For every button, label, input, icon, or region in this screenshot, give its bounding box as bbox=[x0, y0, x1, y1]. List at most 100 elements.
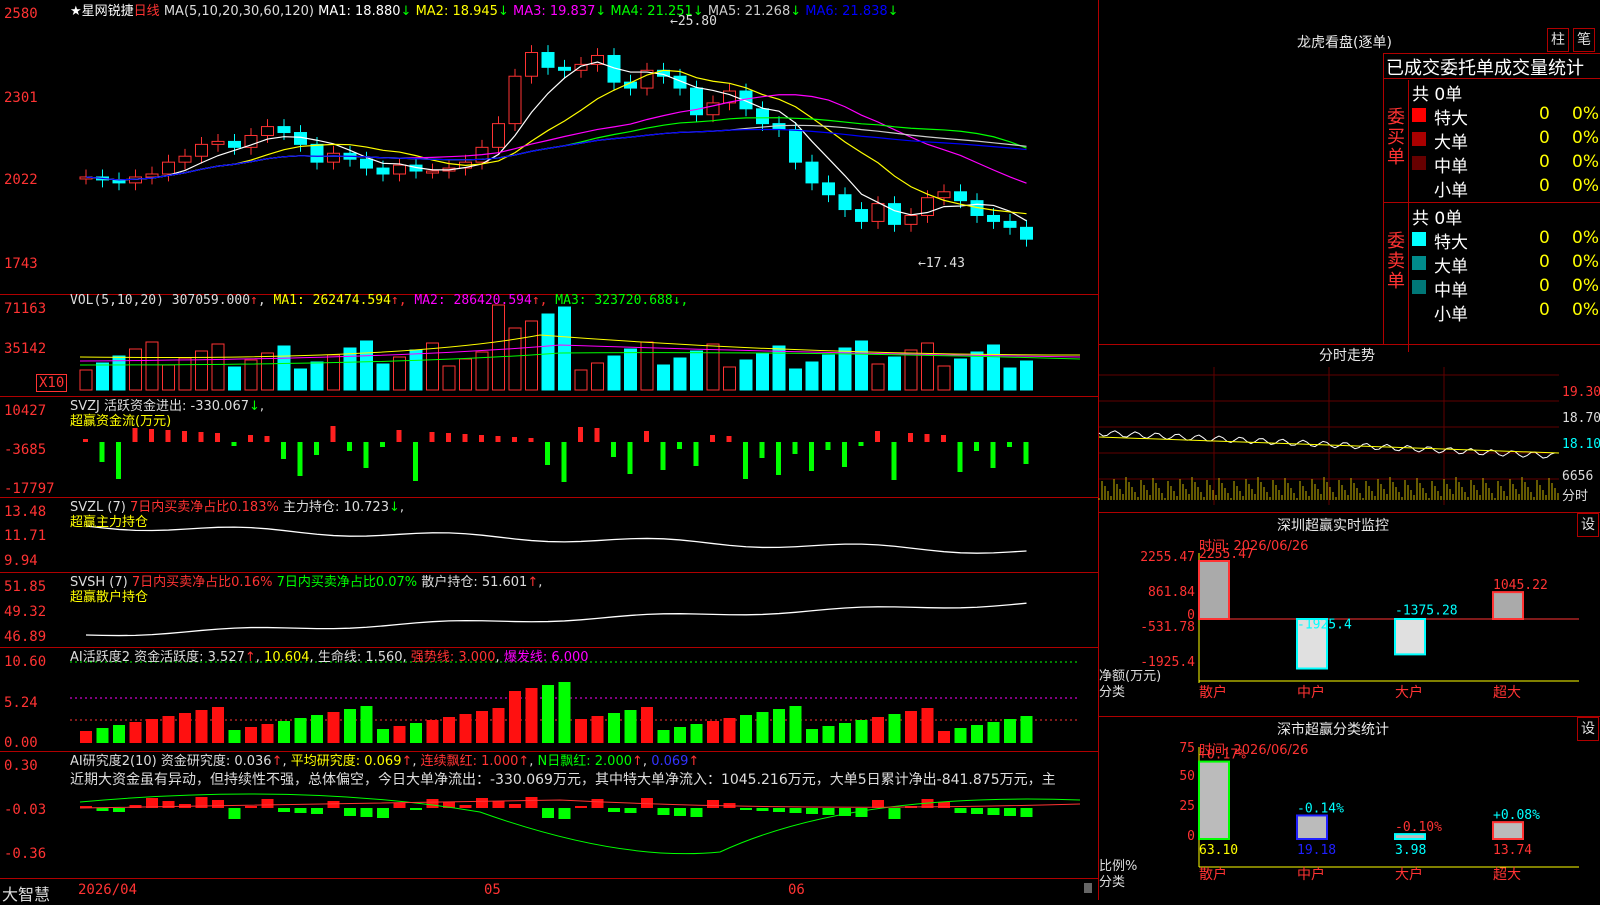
research-bar bbox=[624, 808, 637, 813]
research-bar bbox=[591, 799, 604, 808]
research-bar bbox=[1004, 808, 1016, 816]
ma-legend-item: MA3: 19.837 bbox=[508, 4, 596, 19]
ai-active-panel[interactable]: AI活跃度2 资金活跃度: 3.527↑, 10.604, 生命线: 1.560… bbox=[0, 648, 1098, 752]
net-value: 1045.22 bbox=[1493, 578, 1548, 593]
flow-bar bbox=[380, 442, 385, 447]
ai-active-tick: 0.00 bbox=[4, 735, 38, 751]
research-bar bbox=[657, 808, 670, 815]
order-pct: 0% bbox=[1572, 276, 1599, 296]
dragon-title: 龙虎看盘(逐单) bbox=[1297, 35, 1392, 51]
lock-icon[interactable] bbox=[1084, 883, 1092, 893]
active-bar bbox=[888, 714, 901, 743]
flow-bar bbox=[99, 442, 105, 462]
flow-bar bbox=[974, 442, 979, 451]
ma-line bbox=[85, 69, 1027, 215]
vol-bar bbox=[360, 340, 373, 391]
research-bar bbox=[822, 808, 835, 815]
intraday-panel[interactable]: 分时走势 19.30 18.70 18.10 6656 分时 bbox=[1098, 344, 1600, 513]
period-label[interactable]: 日线 bbox=[134, 4, 160, 19]
flow-bar bbox=[116, 442, 121, 479]
svsh-panel[interactable]: SVSH (7) 7日内买卖净占比0.16% 7日内买卖净占比0.07% 散户持… bbox=[0, 573, 1098, 648]
flow-bar bbox=[743, 442, 748, 479]
vol-bar bbox=[690, 350, 703, 391]
order-pct: 0% bbox=[1572, 104, 1599, 124]
sz-monitor-panel[interactable]: 深圳超赢实时监控 设 时间: 2026/06/26 2255.47 861.84 0… bbox=[1099, 512, 1600, 717]
flow-bar bbox=[330, 426, 336, 442]
svzj-panel[interactable]: SVZJ 活跃资金进出: -330.067↓, 超赢资金流(万元) 10427 … bbox=[0, 397, 1098, 498]
research-bar bbox=[212, 800, 224, 808]
pct-tick: 75 bbox=[1179, 741, 1195, 756]
vol-arrow: ↓, bbox=[672, 293, 689, 308]
candle bbox=[558, 66, 571, 71]
x-tick: 05 bbox=[484, 882, 501, 898]
flow-bar bbox=[957, 442, 963, 472]
active-bar bbox=[789, 706, 802, 743]
research-bar bbox=[459, 805, 472, 808]
active-bar bbox=[558, 682, 571, 743]
candle bbox=[426, 170, 439, 174]
volume-panel[interactable]: VOL(5,10,20) 307059.000↑, MA1: 262474.59… bbox=[0, 293, 1098, 397]
flow-bar bbox=[627, 442, 633, 474]
sz-class-panel[interactable]: 深市超赢分类统计 设 时间: 2026/06/26 75 50 25 0 +0.17% 6… bbox=[1099, 716, 1600, 901]
flow-bar bbox=[264, 436, 270, 442]
active-bar bbox=[377, 729, 389, 743]
flow-bar bbox=[314, 442, 319, 455]
pct-value: 13.74 bbox=[1493, 843, 1532, 858]
intraday-chart[interactable] bbox=[1098, 345, 1600, 513]
bar-mode-button[interactable]: 柱 bbox=[1547, 28, 1569, 52]
vol-legend-item: MA3: 323720.688 bbox=[555, 293, 673, 308]
legend-swatch bbox=[1412, 256, 1426, 270]
pct-chart[interactable]: 75 50 25 0 +0.17% 63.10 散户 -0.14% 19.18 中户 -0.10% 3… bbox=[1099, 717, 1600, 901]
net-chart[interactable]: 2255.47861.840-531.78-1925.42255.47散户-19… bbox=[1099, 513, 1600, 717]
kline-panel[interactable]: ★星网锐捷日线 MA(5,10,20,30,60,120) MA1: 18.88… bbox=[0, 0, 1098, 295]
flow-bar bbox=[891, 442, 897, 480]
vol-bar bbox=[442, 365, 456, 391]
order-val: 0 bbox=[1539, 128, 1550, 148]
order-val: 0 bbox=[1539, 276, 1550, 296]
candle bbox=[987, 214, 1000, 222]
research-bar bbox=[476, 798, 488, 808]
active-bar bbox=[641, 707, 653, 743]
flow-bar bbox=[644, 431, 649, 442]
active-bar bbox=[212, 707, 224, 743]
volume-chart[interactable] bbox=[0, 295, 1098, 396]
category-label: 超大 bbox=[1493, 867, 1521, 883]
active-bar bbox=[162, 716, 175, 743]
vol-bar bbox=[211, 343, 225, 391]
ai-research-panel[interactable]: AI研究度2(10) 资金研究度: 0.036↑, 平均研究度: 0.069↑,… bbox=[0, 752, 1098, 862]
flow-bar bbox=[594, 428, 600, 442]
intraday-tick: 19.30 bbox=[1562, 385, 1600, 400]
price-tick: 2580 bbox=[4, 6, 38, 22]
indicator-line bbox=[85, 525, 1027, 554]
candle bbox=[756, 108, 769, 125]
svzl-tick: 13.48 bbox=[4, 504, 47, 520]
flow-bar bbox=[545, 442, 550, 465]
flow-bar bbox=[941, 435, 946, 442]
candle bbox=[327, 152, 340, 163]
tick-mode-button[interactable]: 笔 bbox=[1573, 28, 1595, 52]
svsh-tick: 51.85 bbox=[4, 579, 47, 595]
research-bar bbox=[393, 803, 406, 808]
vol-bar bbox=[673, 357, 687, 391]
flow-bar bbox=[495, 436, 501, 442]
flow-bar bbox=[347, 442, 352, 451]
kline-chart[interactable] bbox=[0, 0, 1098, 294]
research-bar bbox=[690, 808, 703, 817]
active-bar bbox=[261, 724, 274, 743]
active-bar bbox=[113, 725, 125, 743]
active-bar bbox=[608, 713, 620, 743]
active-bar bbox=[987, 722, 1000, 743]
flow-bar bbox=[710, 435, 715, 442]
intraday-unit: 分时 bbox=[1562, 489, 1589, 504]
price-tick: 2022 bbox=[4, 172, 38, 188]
brand-label: 大智慧 bbox=[2, 885, 51, 904]
research-bar bbox=[756, 808, 769, 811]
flow-bar bbox=[825, 442, 831, 450]
net-tick: 2255.47 bbox=[1140, 550, 1195, 565]
svzl-panel[interactable]: SVZL (7) 7日内买卖净占比0.183% 主力持仓: 10.723↓, 超… bbox=[0, 498, 1098, 573]
research-bar bbox=[558, 808, 571, 819]
candle bbox=[690, 87, 703, 116]
vol-legend-item: MA2: 286420.594 bbox=[414, 293, 532, 308]
active-bar bbox=[278, 721, 290, 743]
ai-active-header: AI活跃度2 资金活跃度: 3.527↑, 10.604, 生命线: 1.560… bbox=[70, 650, 589, 665]
